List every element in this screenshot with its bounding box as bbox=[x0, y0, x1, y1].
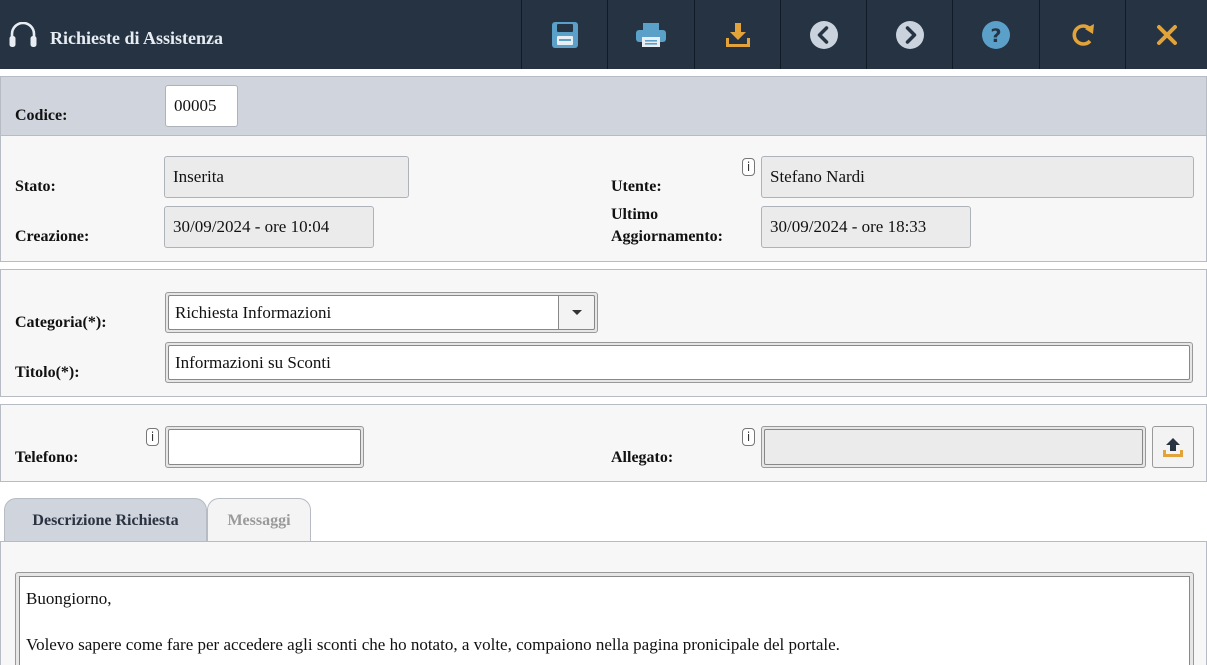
codice-panel: Codice: 00005 bbox=[0, 76, 1207, 136]
tab-messaggi[interactable]: Messaggi bbox=[207, 498, 311, 542]
allegato-field bbox=[761, 426, 1146, 468]
titolo-label: Titolo(*): bbox=[15, 364, 80, 381]
codice-label: Codice: bbox=[15, 107, 68, 124]
previous-button[interactable] bbox=[780, 0, 866, 69]
headset-icon bbox=[9, 22, 37, 47]
form-panel: Categoria(*): Richiesta Informazioni Tit… bbox=[0, 269, 1207, 397]
floppy-disk-icon bbox=[551, 21, 578, 48]
chevron-down-icon bbox=[571, 309, 582, 315]
save-button[interactable] bbox=[521, 0, 607, 69]
help-icon: ? bbox=[981, 20, 1010, 49]
chevron-left-icon bbox=[809, 20, 838, 49]
description-line-1: Buongiorno, bbox=[26, 589, 112, 608]
download-icon bbox=[725, 22, 750, 47]
download-button[interactable] bbox=[694, 0, 780, 69]
svg-text:?: ? bbox=[990, 25, 1001, 47]
ultimo-label-line2: Aggiornamento: bbox=[611, 228, 723, 245]
telefono-value bbox=[168, 429, 361, 465]
telefono-input[interactable] bbox=[165, 426, 364, 468]
creazione-field: 30/09/2024 - ore 10:04 bbox=[164, 206, 374, 248]
ultimo-aggiornamento-field: 30/09/2024 - ore 18:33 bbox=[761, 206, 971, 248]
utente-label: Utente: bbox=[611, 178, 662, 195]
dropdown-button[interactable] bbox=[558, 295, 595, 330]
upload-icon bbox=[1163, 438, 1183, 457]
stato-field: Inserita bbox=[164, 156, 409, 198]
refresh-icon bbox=[1072, 23, 1094, 46]
stato-label: Stato: bbox=[15, 178, 56, 195]
app-title: Richieste di Assistenza bbox=[50, 28, 223, 48]
description-panel: Buongiorno, Volevo sapere come fare per … bbox=[0, 541, 1207, 665]
info-panel: Stato: Inserita Creazione: 30/09/2024 - … bbox=[0, 135, 1207, 262]
tab-descrizione-richiesta[interactable]: Descrizione Richiesta bbox=[4, 498, 207, 542]
printer-icon bbox=[635, 22, 666, 47]
refresh-button[interactable] bbox=[1039, 0, 1125, 69]
utente-info-icon[interactable]: i bbox=[742, 158, 755, 176]
creazione-label: Creazione: bbox=[15, 228, 90, 245]
telefono-label: Telefono: bbox=[15, 449, 79, 466]
chevron-right-icon bbox=[895, 20, 924, 49]
codice-field: 00005 bbox=[165, 85, 238, 127]
utente-field: Stefano Nardi bbox=[761, 156, 1194, 198]
help-button[interactable]: ? bbox=[952, 0, 1038, 69]
titolo-value: Informazioni su Sconti bbox=[168, 345, 1190, 380]
upload-button[interactable] bbox=[1152, 426, 1194, 468]
next-button[interactable] bbox=[866, 0, 952, 69]
categoria-select[interactable]: Richiesta Informazioni bbox=[165, 292, 598, 333]
titolo-input[interactable]: Informazioni su Sconti bbox=[165, 342, 1193, 383]
print-button[interactable] bbox=[607, 0, 693, 69]
categoria-selected-value: Richiesta Informazioni bbox=[168, 295, 558, 330]
description-line-2: Volevo sapere come fare per accedere agl… bbox=[26, 635, 840, 654]
allegato-value bbox=[764, 429, 1143, 465]
allegato-label: Allegato: bbox=[611, 449, 674, 466]
telefono-info-icon[interactable]: i bbox=[146, 428, 159, 446]
allegato-info-icon[interactable]: i bbox=[742, 428, 755, 446]
contact-panel: Telefono: i Allegato: i bbox=[0, 404, 1207, 482]
close-button[interactable] bbox=[1125, 0, 1207, 69]
close-icon bbox=[1156, 24, 1177, 45]
app-header: Richieste di Assistenza ? bbox=[0, 0, 1207, 69]
description-textarea[interactable]: Buongiorno, Volevo sapere come fare per … bbox=[15, 572, 1194, 665]
ultimo-label-line1: Ultimo bbox=[611, 206, 659, 223]
categoria-label: Categoria(*): bbox=[15, 314, 107, 331]
